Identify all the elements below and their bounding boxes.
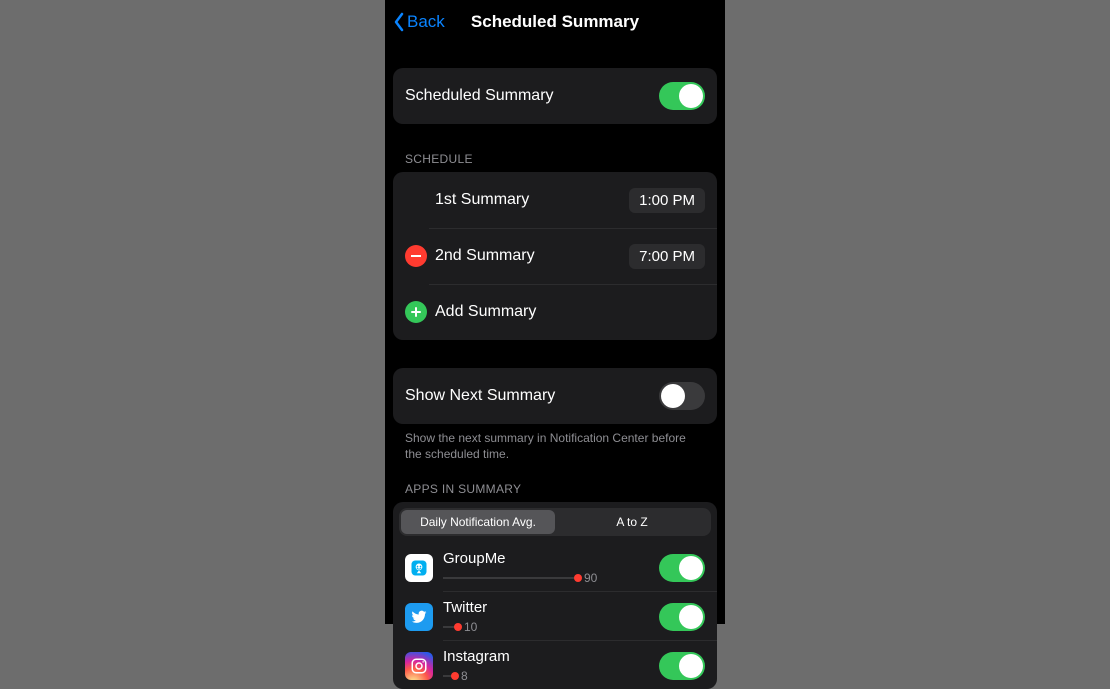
app-name-label: Instagram xyxy=(443,648,659,666)
notification-avg-bar: 8 xyxy=(443,669,659,683)
nav-bar: Back Scheduled Summary xyxy=(385,0,725,44)
scheduled-summary-label: Scheduled Summary xyxy=(405,87,659,105)
schedule-row-1[interactable]: 1st Summary 1:00 PM xyxy=(393,172,717,228)
app-row-instagram[interactable]: Instagram 8 xyxy=(393,640,717,689)
notification-avg-value: 90 xyxy=(584,571,597,585)
schedule-1-label: 1st Summary xyxy=(435,191,629,209)
groupme-app-icon xyxy=(405,554,433,582)
scheduled-summary-toggle[interactable] xyxy=(659,82,705,110)
instagram-app-icon xyxy=(405,652,433,680)
add-summary-row[interactable]: Add Summary xyxy=(393,284,717,340)
back-button[interactable]: Back xyxy=(393,12,445,32)
schedule-1-time[interactable]: 1:00 PM xyxy=(629,188,705,213)
phone-frame: Back Scheduled Summary Scheduled Summary… xyxy=(385,0,725,624)
segment-a-to-z[interactable]: A to Z xyxy=(555,510,709,534)
chevron-left-icon xyxy=(393,12,405,32)
app-row-twitter[interactable]: Twitter 10 xyxy=(393,591,717,640)
app-text: Instagram 8 xyxy=(443,648,659,683)
app-toggle-instagram[interactable] xyxy=(659,652,705,680)
show-next-summary-label: Show Next Summary xyxy=(405,387,659,405)
show-next-summary-footer: Show the next summary in Notification Ce… xyxy=(393,424,717,462)
notification-avg-value: 8 xyxy=(461,669,468,683)
app-name-label: GroupMe xyxy=(443,550,659,568)
sort-segmented-control[interactable]: Daily Notification Avg. A to Z xyxy=(399,508,711,536)
app-text: Twitter 10 xyxy=(443,599,659,634)
show-next-summary-row[interactable]: Show Next Summary xyxy=(393,368,717,424)
segment-daily-avg[interactable]: Daily Notification Avg. xyxy=(401,510,555,534)
schedule-header: SCHEDULE xyxy=(393,152,717,172)
apps-header: APPS IN SUMMARY xyxy=(393,482,717,502)
app-name-label: Twitter xyxy=(443,599,659,617)
notification-avg-value: 10 xyxy=(464,620,477,634)
schedule-2-time[interactable]: 7:00 PM xyxy=(629,244,705,269)
app-toggle-twitter[interactable] xyxy=(659,603,705,631)
app-toggle-groupme[interactable] xyxy=(659,554,705,582)
show-next-summary-toggle[interactable] xyxy=(659,382,705,410)
schedule-2-label: 2nd Summary xyxy=(435,247,629,265)
app-text: GroupMe 90 xyxy=(443,550,659,585)
scheduled-summary-row[interactable]: Scheduled Summary xyxy=(393,68,717,124)
twitter-app-icon xyxy=(405,603,433,631)
remove-icon[interactable] xyxy=(405,245,427,267)
add-icon xyxy=(405,301,427,323)
schedule-row-2[interactable]: 2nd Summary 7:00 PM xyxy=(393,228,717,284)
app-row-groupme[interactable]: GroupMe 90 xyxy=(393,542,717,591)
back-label: Back xyxy=(407,12,445,32)
add-summary-label: Add Summary xyxy=(435,303,705,321)
notification-avg-bar: 90 xyxy=(443,571,659,585)
notification-avg-bar: 10 xyxy=(443,620,659,634)
